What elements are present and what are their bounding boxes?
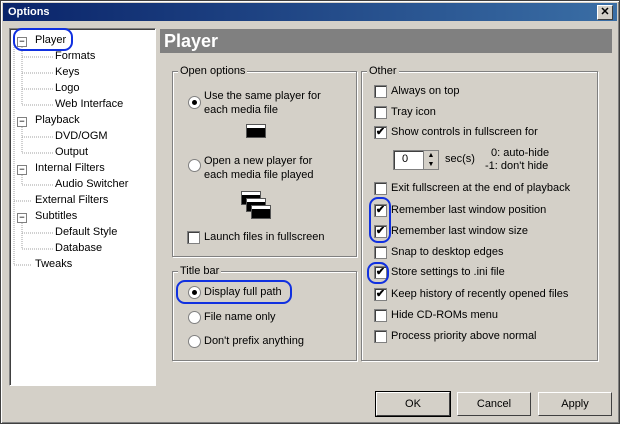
exit-fullscreen-label[interactable]: Exit fullscreen at the end of playback: [391, 182, 570, 194]
close-button[interactable]: ✕: [597, 5, 613, 20]
remember-position-label[interactable]: Remember last window position: [391, 204, 546, 216]
exit-fullscreen-checkbox[interactable]: [374, 182, 387, 195]
title-bar[interactable]: Options ✕: [3, 3, 617, 21]
hide-cdroms-label[interactable]: Hide CD-ROMs menu: [391, 309, 498, 321]
open-options-label: Open options: [178, 65, 248, 77]
apply-button[interactable]: Apply: [538, 392, 612, 416]
no-prefix-label[interactable]: Don't prefix anything: [204, 335, 304, 347]
single-window-icon: [246, 124, 266, 138]
new-player-label[interactable]: Open a new player for each media file pl…: [204, 154, 329, 182]
no-prefix-radio[interactable]: [188, 335, 201, 348]
show-controls-label[interactable]: Show controls in fullscreen for: [391, 126, 538, 138]
seconds-hint-1: 0: auto-hide: [491, 147, 550, 159]
new-player-radio[interactable]: [188, 159, 201, 172]
highlight-circle: [367, 262, 389, 284]
priority-checkbox[interactable]: [374, 330, 387, 343]
same-player-radio[interactable]: [188, 96, 201, 109]
tree-lines: [13, 41, 54, 266]
seconds-spinbox[interactable]: 0 ▲ ▼: [393, 150, 439, 170]
file-name-label[interactable]: File name only: [204, 311, 276, 323]
options-window: Options ✕ − Player Formats Keys Logo Web…: [0, 0, 620, 424]
other-label: Other: [367, 65, 399, 77]
seconds-hint-2: -1: don't hide: [485, 160, 549, 172]
show-controls-checkbox[interactable]: ✔: [374, 126, 387, 139]
keep-history-checkbox[interactable]: ✔: [374, 288, 387, 301]
ok-button[interactable]: OK: [375, 391, 451, 417]
keep-history-label[interactable]: Keep history of recently opened files: [391, 288, 568, 300]
cancel-button[interactable]: Cancel: [457, 392, 531, 416]
highlight-circle: [369, 197, 391, 243]
tray-icon-checkbox[interactable]: [374, 106, 387, 119]
seconds-unit: sec(s): [445, 153, 475, 165]
same-player-label[interactable]: Use the same player for each media file: [204, 89, 329, 117]
snap-edges-label[interactable]: Snap to desktop edges: [391, 246, 504, 258]
always-on-top-label[interactable]: Always on top: [391, 85, 459, 97]
hide-cdroms-checkbox[interactable]: [374, 309, 387, 322]
window-title: Options: [8, 6, 50, 18]
store-ini-label[interactable]: Store settings to .ini file: [391, 266, 505, 278]
options-tree[interactable]: − Player Formats Keys Logo Web Interface…: [9, 28, 156, 386]
page-header: Player: [160, 29, 612, 53]
priority-label[interactable]: Process priority above normal: [391, 330, 537, 342]
always-on-top-checkbox[interactable]: [374, 85, 387, 98]
page-title: Player: [164, 31, 219, 51]
file-name-radio[interactable]: [188, 311, 201, 324]
multi-window-icon: [251, 205, 271, 219]
highlight-circle: [13, 28, 73, 51]
highlight-circle: [176, 280, 292, 304]
spin-arrows[interactable]: ▲ ▼: [423, 151, 438, 169]
snap-edges-checkbox[interactable]: [374, 246, 387, 259]
launch-fullscreen-checkbox[interactable]: [187, 231, 200, 244]
remember-size-label[interactable]: Remember last window size: [391, 225, 528, 237]
title-bar-label: Title bar: [178, 265, 222, 277]
tray-icon-label[interactable]: Tray icon: [391, 106, 436, 118]
seconds-value[interactable]: 0: [402, 153, 408, 165]
launch-fullscreen-label[interactable]: Launch files in fullscreen: [204, 231, 324, 243]
